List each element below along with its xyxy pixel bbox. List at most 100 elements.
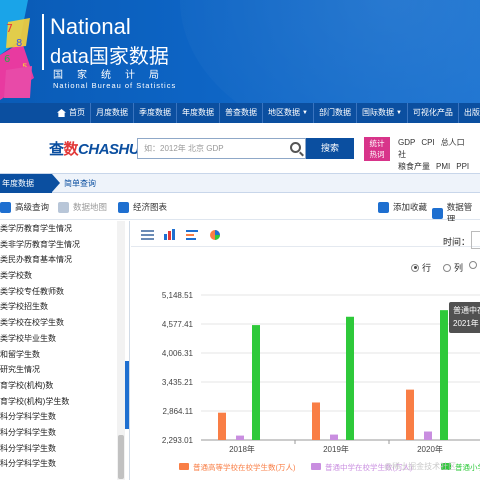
tree-item[interactable]: 类非学历教育学生情况 <box>0 237 129 253</box>
nav-item-monthly[interactable]: 月度数据 <box>91 103 134 123</box>
nav-item-department[interactable]: 部门数据 <box>314 103 357 123</box>
add-favorite-button[interactable]: 添加收藏 <box>378 201 427 213</box>
nav-item-census[interactable]: 普查数据 <box>220 103 263 123</box>
indicator-tree: 类学历教育学生情况 类非学历教育学生情况 类民办教育基本情况 类学校数 类学校专任教师数… <box>0 221 130 480</box>
tree-item[interactable]: 类学校数 <box>0 268 129 284</box>
svg-text:8: 8 <box>16 38 22 49</box>
nav-label: 地区数据 <box>268 108 300 117</box>
x-tick-label: 2019年 <box>323 444 349 454</box>
breadcrumb-tabs: 年度数据 简单查询 <box>0 173 480 193</box>
legend-swatch <box>311 463 321 470</box>
x-tick-label: 2020年 <box>417 444 443 454</box>
tab-annual-data[interactable]: 年度数据 <box>0 174 60 193</box>
hot-word-link[interactable]: PMI <box>436 162 450 171</box>
tree-item[interactable]: 科分学科学生数 <box>0 409 129 425</box>
nav-label: 部门数据 <box>318 108 351 117</box>
scrollbar-thumb[interactable] <box>118 435 124 479</box>
search-icon[interactable] <box>290 142 301 153</box>
nav-item-home[interactable]: 首页 <box>52 103 91 123</box>
bar-higher-ed <box>312 402 320 440</box>
nav-item-quarterly[interactable]: 季度数据 <box>134 103 177 123</box>
chart-tooltip: 普通中在校 2021年：5 <box>449 302 480 333</box>
map-icon <box>58 201 69 213</box>
hot-words-badge: 统计 热词 <box>364 137 390 161</box>
y-tick-label: 5,148.51 <box>162 291 194 300</box>
hot-tag-line2: 热词 <box>369 150 385 159</box>
tree-item[interactable]: 类学校招生数 <box>0 299 129 315</box>
brand-subtitle-cn: 国家统计局 <box>53 70 173 81</box>
hot-word-link[interactable]: 粮食产量 <box>398 162 430 171</box>
hot-word-link[interactable]: 社 <box>398 150 406 159</box>
y-tick-label: 2,293.01 <box>162 436 194 445</box>
bar-secondary <box>236 435 244 440</box>
banner-divider <box>42 14 44 70</box>
tree-item[interactable]: 和留学生数 <box>0 347 129 363</box>
chashu-logo[interactable]: 查数CHASHU <box>49 138 140 159</box>
tree-item[interactable]: 科分学科学生数 <box>0 441 129 457</box>
y-tick-label: 3,435.21 <box>162 378 194 387</box>
nav-label: 季度数据 <box>139 108 171 117</box>
tool-label: 经济图表 <box>133 202 168 212</box>
tree-item[interactable]: 研究生情况 <box>0 362 129 378</box>
tool-label: 数据地图 <box>73 202 108 212</box>
chevron-down-icon: ▼ <box>302 110 308 116</box>
brand-subtitle-en: National Bureau of Statistics <box>53 81 177 90</box>
tooltip-line1: 普通中在校 <box>453 306 480 315</box>
nav-label: 普查数据 <box>225 108 257 117</box>
y-tick-label: 4,577.41 <box>162 320 194 329</box>
tree-item[interactable]: 科分学科学生数 <box>0 456 129 472</box>
hot-word-link[interactable]: GDP <box>398 138 415 147</box>
bar-primary <box>252 325 260 440</box>
header-banner: 7 8 6 5 National data国家数据 国家统计局 National… <box>0 0 480 103</box>
logo-en: CHASHU <box>78 141 140 158</box>
chevron-down-icon: ▼ <box>395 110 402 116</box>
bar-secondary <box>330 434 338 440</box>
tree-item[interactable]: 育学校(机构)学生数 <box>0 394 129 410</box>
tree-item[interactable]: 类学历教育学生情况 <box>0 221 129 237</box>
banner-decoration <box>180 0 480 103</box>
nav-item-visualization[interactable]: 可视化产品 <box>408 103 459 123</box>
legend-label: 普通小学在校学生数 <box>455 462 480 472</box>
hot-word-link[interactable]: 总人口 <box>441 138 465 147</box>
folder-icon <box>432 207 443 219</box>
nav-item-regional[interactable]: 地区数据 ▼ <box>263 103 314 123</box>
sidebar-collapse-handle[interactable] <box>125 361 129 429</box>
nav-item-international[interactable]: 国际数据 ▼ <box>357 103 408 123</box>
hot-word-link[interactable]: PPI <box>456 162 469 171</box>
tree-item[interactable]: 类学校在校学生数 <box>0 315 129 331</box>
tree-item[interactable]: 育学校(机构)数 <box>0 378 129 394</box>
tree-item[interactable]: 类学校毕业生数 <box>0 331 129 347</box>
nav-label: 年度数据 <box>182 108 214 117</box>
hot-word-link[interactable]: CPI <box>421 138 434 147</box>
nav-label: 首页 <box>69 108 85 117</box>
nav-label: 国际数据 <box>361 108 394 117</box>
legend-swatch <box>179 463 189 470</box>
brand-title-line1: National <box>50 14 131 39</box>
nav-item-annual[interactable]: 年度数据 <box>177 103 220 123</box>
economic-chart-button[interactable]: 经济图表 <box>118 201 167 213</box>
chart-panel: 时间： 行 列 5,148.51 4,577.41 4,006.31 3,435.21… <box>131 221 480 480</box>
y-tick-label: 4,006.31 <box>162 349 194 358</box>
sidebar-scrollbar[interactable] <box>117 221 125 480</box>
home-icon <box>57 109 66 117</box>
bar-chart: 5,148.51 4,577.41 4,006.31 3,435.21 2,864.11… <box>162 291 480 472</box>
nav-label: 可视化产品 <box>412 108 453 117</box>
search-input[interactable]: 如：2012年 北京 GDP <box>137 138 306 159</box>
bar-primary <box>440 310 448 440</box>
bar-secondary <box>424 431 432 440</box>
bar-higher-ed <box>218 412 226 440</box>
tree-item[interactable]: 类民办教育基本情况 <box>0 252 129 268</box>
legend-label: 普通高等学校在校学生数(万人) <box>193 462 296 472</box>
search-placeholder: 如：2012年 北京 GDP <box>144 144 224 153</box>
tree-item[interactable]: 类学校专任教师数 <box>0 284 129 300</box>
search-button[interactable]: 搜索 <box>306 138 354 159</box>
tree-item[interactable]: 科分学科学生数 <box>0 425 129 441</box>
nav-item-publications[interactable]: 出版 <box>459 103 480 123</box>
tab-simple-query[interactable]: 简单查询 <box>64 174 96 193</box>
svg-text:7: 7 <box>6 22 13 35</box>
plus-icon <box>378 201 389 213</box>
data-map-button[interactable]: 数据地图 <box>58 201 107 213</box>
tooltip-line2: 2021年：5 <box>453 319 480 328</box>
advanced-query-button[interactable]: 高级查询 <box>0 201 49 213</box>
watermark: @稀土掘金技术社区 <box>384 462 457 471</box>
